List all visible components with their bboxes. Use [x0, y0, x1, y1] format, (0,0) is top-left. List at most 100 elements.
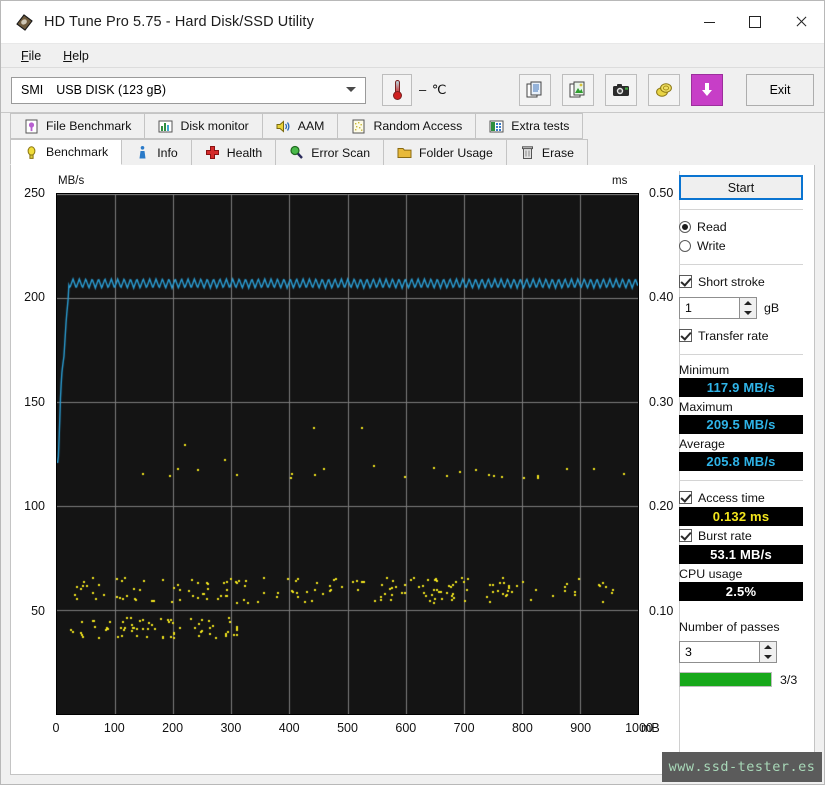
stepper-arrows[interactable]	[759, 642, 776, 662]
speaker-icon	[276, 119, 291, 134]
tab-health[interactable]: Health	[190, 139, 277, 165]
chevron-down-icon	[346, 87, 356, 92]
stepper-up[interactable]	[739, 298, 756, 308]
short-stroke-unit: gB	[764, 301, 780, 315]
y-axis-label: MB/s	[58, 175, 85, 187]
tab-label: Disk monitor	[180, 119, 249, 133]
tab-benchmark[interactable]: Benchmark	[10, 139, 123, 165]
y-tick: 100	[24, 499, 45, 514]
close-icon	[795, 16, 807, 28]
copy-image-button[interactable]	[562, 74, 594, 106]
tab-erase[interactable]: Erase	[505, 139, 588, 165]
x-tick: 900	[570, 721, 592, 735]
radio-read[interactable]: Read	[679, 217, 803, 236]
x-tick: 700	[453, 721, 475, 735]
y-tick: 200	[24, 290, 45, 305]
checkbox-burst-rate-label: Burst rate	[698, 528, 752, 543]
checkbox-short-stroke-icon	[679, 275, 692, 288]
tab-disk-monitor[interactable]: Disk monitor	[144, 113, 263, 139]
maximize-button[interactable]	[732, 1, 778, 43]
x-tick: 400	[278, 721, 300, 735]
passes-value: 3	[685, 645, 692, 659]
maximize-icon	[749, 16, 761, 28]
trash-icon	[520, 145, 535, 160]
tab-random-access[interactable]: Random Access	[337, 113, 477, 139]
x-tick: 600	[395, 721, 417, 735]
checkbox-access-time-icon	[679, 491, 692, 504]
checkbox-short-stroke[interactable]: Short stroke	[679, 272, 803, 291]
device-model: USB DISK (123 gB)	[56, 83, 166, 97]
tab-label: Erase	[541, 145, 574, 160]
tab-folder-usage[interactable]: Folder Usage	[383, 139, 507, 165]
tab-error-scan[interactable]: Error Scan	[275, 139, 385, 165]
temperature-widget: – ℃	[382, 74, 447, 106]
x-tick: 0	[52, 721, 60, 735]
device-vendor: SMI	[21, 83, 44, 97]
y-tick: 250	[24, 186, 45, 200]
menu-item-file[interactable]: File	[10, 47, 52, 65]
checkbox-access-time[interactable]: Access time	[679, 488, 803, 507]
download-button[interactable]	[691, 74, 723, 106]
short-stroke-stepper[interactable]: 1	[679, 297, 757, 319]
checkbox-burst-rate[interactable]: Burst rate	[679, 526, 803, 545]
window-title: HD Tune Pro 5.75 - Hard Disk/SSD Utility	[44, 14, 314, 30]
short-stroke-value: 1	[685, 301, 692, 315]
passes-row: 3	[679, 641, 803, 663]
average-value: 205.8 MB/s	[679, 452, 803, 471]
progress-bar	[679, 672, 772, 687]
benchmark-chart: MB/s ms 50 100 150 200 250 0.10 0.20 0.30 0.40 0…	[11, 165, 679, 774]
hdd-icon	[15, 13, 34, 32]
menu-help-rest: elp	[72, 48, 89, 63]
divider	[679, 480, 803, 481]
tab-file-benchmark[interactable]: File Benchmark	[10, 113, 146, 139]
start-button[interactable]: Start	[679, 175, 803, 200]
x-tick: 100	[103, 721, 125, 735]
tab-aam[interactable]: AAM	[261, 113, 339, 139]
stepper-up[interactable]	[759, 642, 776, 652]
temperature-value: – ℃	[419, 82, 448, 97]
tab-info[interactable]: Info	[121, 139, 192, 165]
progress-text: 3/3	[780, 672, 798, 687]
radio-read-label: Read	[697, 219, 727, 234]
exit-button[interactable]: Exit	[746, 74, 814, 106]
file-benchmark-icon	[24, 119, 39, 134]
donate-button[interactable]	[648, 74, 680, 106]
tab-extra-tests[interactable]: Extra tests	[475, 113, 584, 139]
tab-label: Folder Usage	[419, 145, 493, 160]
progress-row: 3/3	[679, 672, 803, 687]
tab-row-top: File Benchmark Disk monitor AAM Random A…	[10, 113, 815, 139]
device-select[interactable]: SMI USB DISK (123 gB)	[11, 76, 366, 104]
access-time-value: 0.132 ms	[679, 507, 803, 526]
info-icon	[135, 145, 150, 160]
divider	[679, 264, 803, 265]
copy-text-button[interactable]	[519, 74, 551, 106]
screenshot-button[interactable]	[605, 74, 637, 106]
tab-label: Health	[226, 145, 263, 160]
folder-icon	[397, 145, 412, 160]
disk-monitor-icon	[158, 119, 173, 134]
checkbox-access-time-label: Access time	[698, 490, 765, 505]
temperature-button[interactable]	[382, 74, 412, 106]
passes-stepper[interactable]: 3	[679, 641, 777, 663]
cpu-usage-label: CPU usage	[679, 567, 743, 581]
stepper-arrows[interactable]	[739, 298, 756, 318]
stepper-down[interactable]	[759, 652, 776, 662]
stepper-down[interactable]	[739, 308, 756, 318]
extra-tests-icon	[489, 119, 504, 134]
minimum-label: Minimum	[679, 363, 730, 377]
tab-strip: File Benchmark Disk monitor AAM Random A…	[1, 113, 824, 165]
maximum-label: Maximum	[679, 400, 733, 414]
radio-read-icon	[679, 220, 691, 233]
close-button[interactable]	[778, 1, 824, 43]
checkbox-short-stroke-label: Short stroke	[698, 274, 765, 289]
menu-item-help[interactable]: Help	[52, 47, 100, 65]
y-tick: 50	[31, 603, 45, 618]
minimize-button[interactable]	[686, 1, 732, 43]
radio-write[interactable]: Write	[679, 236, 803, 255]
progress-fill	[680, 673, 771, 686]
magnifier-icon	[289, 145, 304, 160]
radio-write-label: Write	[697, 238, 726, 253]
checkbox-transfer-rate-label: Transfer rate	[698, 328, 769, 343]
burst-rate-value: 53.1 MB/s	[679, 545, 803, 564]
checkbox-transfer-rate[interactable]: Transfer rate	[679, 326, 803, 345]
